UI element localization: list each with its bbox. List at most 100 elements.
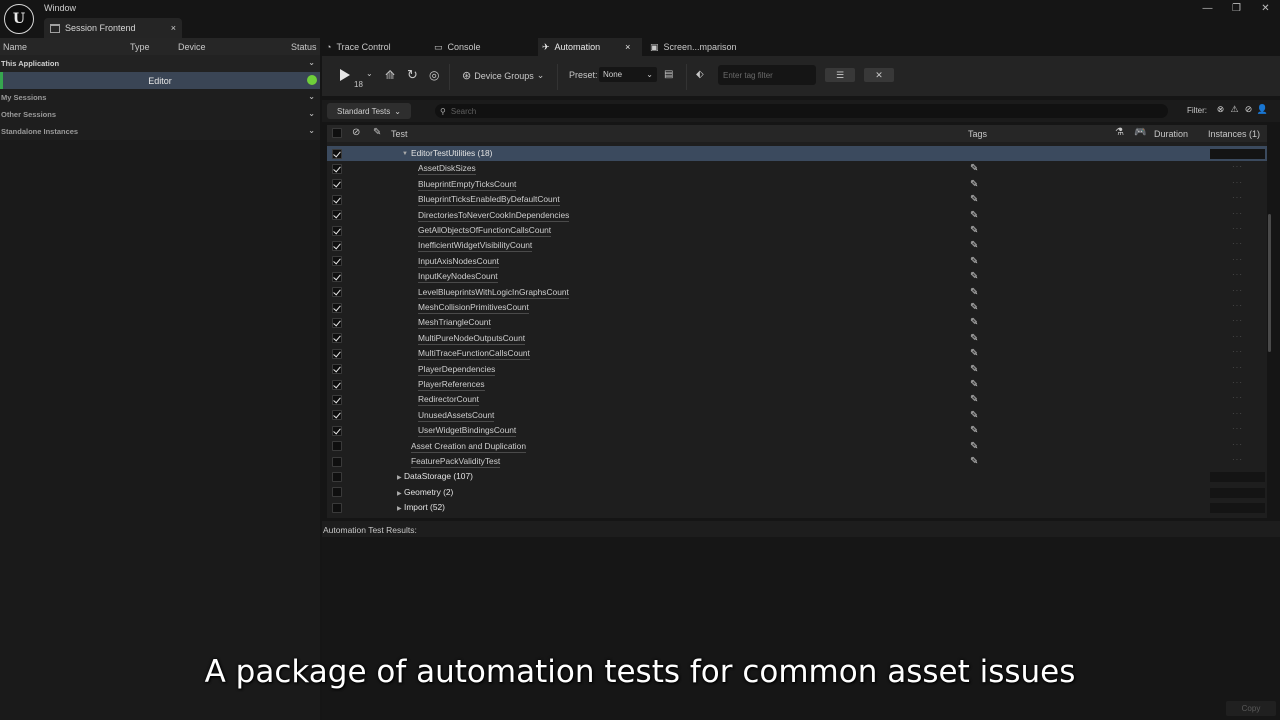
row-checkbox[interactable] [332, 287, 342, 298]
clear-tag-filter-button[interactable]: ✕ [864, 68, 894, 82]
tree-scrollbar[interactable] [1268, 214, 1271, 352]
tab-console[interactable]: ▭ Console [430, 38, 534, 56]
group-row[interactable]: ▶ DataStorage (107) [327, 469, 1267, 484]
edit-icon[interactable]: ✎ [970, 256, 978, 267]
edit-icon[interactable]: ✎ [970, 394, 978, 405]
col-status[interactable]: Status [291, 42, 317, 52]
row-checkbox[interactable] [332, 364, 342, 375]
test-row[interactable]: PlayerReferences ✎ ··· [327, 377, 1267, 392]
close-icon[interactable]: × [171, 23, 176, 33]
test-row[interactable]: PlayerDependencies ✎ ··· [327, 362, 1267, 377]
test-row[interactable]: BlueprintTicksEnabledByDefaultCount ✎ ··· [327, 192, 1267, 207]
row-checkbox[interactable] [332, 302, 342, 313]
edit-icon[interactable]: ✎ [970, 179, 978, 190]
edit-icon[interactable]: ✎ [970, 225, 978, 236]
row-checkbox[interactable] [332, 348, 342, 359]
tab-trace-control[interactable]: ◔ Trace Control [322, 38, 426, 56]
header-select-all-checkbox[interactable] [332, 128, 342, 140]
collapsed-arrow-icon[interactable]: ▶ [397, 505, 402, 512]
edit-icon[interactable]: ✎ [970, 317, 978, 328]
row-checkbox[interactable] [332, 148, 342, 159]
find-workers-icon[interactable]: ↻ [407, 67, 418, 83]
row-checkbox[interactable] [332, 425, 342, 436]
edit-icon[interactable]: ✎ [970, 302, 978, 313]
edit-icon[interactable]: ✎ [970, 456, 978, 467]
section-my-sessions[interactable]: My Sessions ⌄ [0, 89, 320, 106]
apply-tag-filter-button[interactable]: ☰ [825, 68, 855, 82]
group-row[interactable]: ▶ Geometry (2) [327, 485, 1267, 500]
row-checkbox[interactable] [332, 441, 342, 452]
col-test[interactable]: Test [391, 129, 408, 139]
row-checkbox[interactable] [332, 395, 342, 406]
col-duration[interactable]: Duration [1154, 129, 1188, 139]
test-row[interactable]: BlueprintEmptyTicksCount ✎ ··· [327, 177, 1267, 192]
disabled-filter-icon[interactable]: ⊘ [1243, 104, 1254, 115]
test-row[interactable]: MeshTriangleCount ✎ ··· [327, 315, 1267, 330]
edit-icon[interactable]: ✎ [970, 194, 978, 205]
menu-window[interactable]: Window [44, 3, 76, 13]
row-checkbox[interactable] [332, 487, 342, 498]
row-checkbox[interactable] [332, 472, 342, 483]
tag-filter-input[interactable]: Enter tag filter [718, 65, 816, 85]
edit-icon[interactable]: ✎ [970, 240, 978, 251]
test-row[interactable]: AssetDiskSizes ✎ ··· [327, 161, 1267, 176]
test-row[interactable]: InefficientWidgetVisibilityCount ✎ ··· [327, 238, 1267, 253]
test-row[interactable]: MultiTraceFunctionCallsCount ✎ ··· [327, 346, 1267, 361]
close-window-button[interactable]: ✕ [1251, 0, 1280, 16]
collapsed-arrow-icon[interactable]: ▶ [397, 490, 402, 497]
run-dropdown-chevron-icon[interactable]: ⌄ [366, 69, 373, 78]
row-checkbox[interactable] [332, 194, 342, 205]
error-filter-icon[interactable]: ◎ [429, 68, 439, 82]
row-checkbox[interactable] [332, 318, 342, 329]
test-row[interactable]: UnusedAssetsCount ✎ ··· [327, 408, 1267, 423]
test-row[interactable]: InputKeyNodesCount ✎ ··· [327, 269, 1267, 284]
error-filter-icon[interactable]: ⊗ [1215, 104, 1226, 115]
col-device[interactable]: Device [178, 42, 206, 52]
edit-icon[interactable]: ✎ [970, 441, 978, 452]
unreal-logo-icon[interactable]: U [4, 4, 34, 34]
refresh-tests-icon[interactable]: ⟰ [385, 68, 395, 82]
edit-icon[interactable]: ✎ [970, 348, 978, 359]
test-row[interactable]: InputAxisNodesCount ✎ ··· [327, 254, 1267, 269]
col-name[interactable]: Name [3, 42, 27, 52]
row-checkbox[interactable] [332, 179, 342, 190]
test-row[interactable]: DirectoriesToNeverCookInDependencies ✎ ··· [327, 208, 1267, 223]
expanded-arrow-icon[interactable]: ▼ [402, 151, 408, 157]
edit-icon[interactable]: ✎ [970, 163, 978, 174]
test-row[interactable]: MultiPureNodeOutputsCount ✎ ··· [327, 331, 1267, 346]
row-checkbox[interactable] [332, 502, 342, 513]
warning-filter-icon[interactable]: ⚠ [1229, 104, 1240, 115]
search-input[interactable]: ⚲ Search [435, 104, 1168, 118]
col-instances[interactable]: Instances (1) [1208, 129, 1260, 139]
test-row[interactable]: FeaturePackValidityTest ✎ ··· [327, 454, 1267, 469]
row-checkbox[interactable] [332, 379, 342, 390]
edit-icon[interactable]: ✎ [970, 210, 978, 221]
preset-select[interactable]: None ⌄ [599, 67, 657, 82]
save-preset-icon[interactable]: ▤ [664, 69, 673, 80]
maximize-button[interactable]: ❐ [1222, 0, 1251, 16]
row-checkbox[interactable] [332, 456, 342, 467]
group-row[interactable]: ▶ Import (52) [327, 500, 1267, 515]
test-row[interactable]: LevelBlueprintsWithLogicInGraphsCount ✎ ··… [327, 285, 1267, 300]
edit-icon[interactable]: ✎ [970, 333, 978, 344]
editor-instance-row[interactable]: Editor [0, 72, 320, 89]
edit-icon[interactable]: ✎ [970, 271, 978, 282]
session-frontend-tab[interactable]: Session Frontend × [44, 18, 182, 38]
row-checkbox[interactable] [332, 241, 342, 252]
row-checkbox[interactable] [332, 410, 342, 421]
col-type[interactable]: Type [130, 42, 150, 52]
collapsed-arrow-icon[interactable]: ▶ [397, 474, 402, 481]
test-row[interactable]: Asset Creation and Duplication ✎ ··· [327, 439, 1267, 454]
section-this-application[interactable]: This Application ⌄ [0, 55, 320, 72]
test-row[interactable]: UserWidgetBindingsCount ✎ ··· [327, 423, 1267, 438]
edit-icon[interactable]: ✎ [970, 425, 978, 436]
row-checkbox[interactable] [332, 256, 342, 267]
tab-screen-comparison[interactable]: ▣ Screen...mparison [646, 38, 756, 56]
edit-icon[interactable]: ✎ [970, 287, 978, 298]
row-checkbox[interactable] [332, 271, 342, 282]
close-icon[interactable]: × [625, 42, 630, 52]
row-checkbox[interactable] [332, 225, 342, 236]
edit-icon[interactable]: ✎ [970, 379, 978, 390]
device-groups-button[interactable]: ⊛ Device Groups ⌄ [462, 69, 544, 82]
minimize-button[interactable]: — [1193, 0, 1222, 16]
